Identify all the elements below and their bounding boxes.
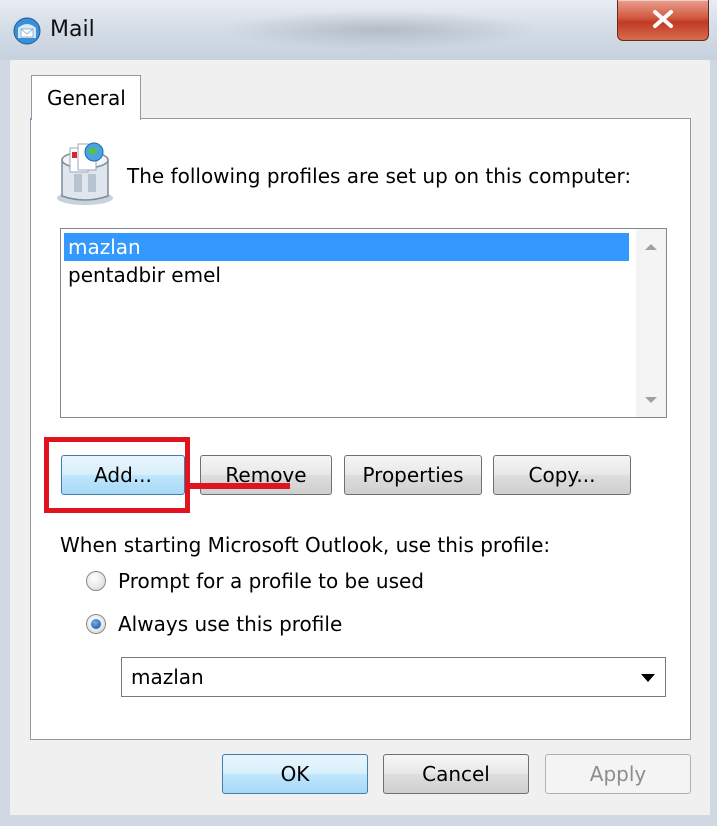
title-bar-glass — [220, 10, 540, 50]
annotation-arrow-line — [190, 483, 290, 489]
mail-dialog: Mail General The following profiles are … — [0, 0, 717, 826]
profiles-intro-text: The following profiles are set up on thi… — [127, 164, 632, 188]
apply-button[interactable]: Apply — [545, 754, 691, 794]
profiles-list[interactable]: mazlan pentadbir emel — [60, 228, 667, 418]
scroll-down-arrow-icon[interactable] — [645, 397, 657, 403]
mail-profiles-icon — [57, 142, 113, 205]
ok-button[interactable]: OK — [222, 754, 368, 794]
remove-button[interactable]: Remove — [200, 455, 332, 495]
radio-prompt-profile-label: Prompt for a profile to be used — [118, 569, 424, 593]
profile-select-value: mazlan — [131, 665, 204, 689]
tab-general[interactable]: General — [31, 75, 141, 120]
window-title: Mail — [50, 17, 95, 42]
radio-button-checked[interactable] — [86, 614, 106, 634]
profile-select[interactable]: mazlan — [121, 657, 666, 697]
close-icon — [653, 10, 673, 28]
close-button[interactable] — [617, 0, 709, 41]
annotation-highlight-box — [44, 437, 190, 513]
mail-icon — [13, 17, 41, 45]
list-item-profile[interactable]: pentadbir emel — [64, 261, 629, 289]
general-tab-panel — [30, 118, 691, 740]
radio-always-use-profile-label: Always use this profile — [118, 612, 343, 636]
title-bar[interactable]: Mail — [0, 0, 717, 60]
copy-button[interactable]: Copy... — [493, 455, 631, 495]
radio-dot-icon — [91, 619, 101, 629]
chevron-down-icon[interactable] — [641, 674, 655, 682]
profiles-list-scrollbar[interactable] — [636, 229, 666, 417]
cancel-button[interactable]: Cancel — [383, 754, 529, 794]
startup-profile-label: When starting Microsoft Outlook, use thi… — [60, 533, 551, 557]
list-item-profile[interactable]: mazlan — [64, 233, 629, 261]
properties-button[interactable]: Properties — [344, 455, 482, 495]
radio-button-unchecked[interactable] — [86, 571, 106, 591]
scroll-up-arrow-icon[interactable] — [645, 244, 657, 250]
tab-general-label: General — [47, 86, 126, 110]
